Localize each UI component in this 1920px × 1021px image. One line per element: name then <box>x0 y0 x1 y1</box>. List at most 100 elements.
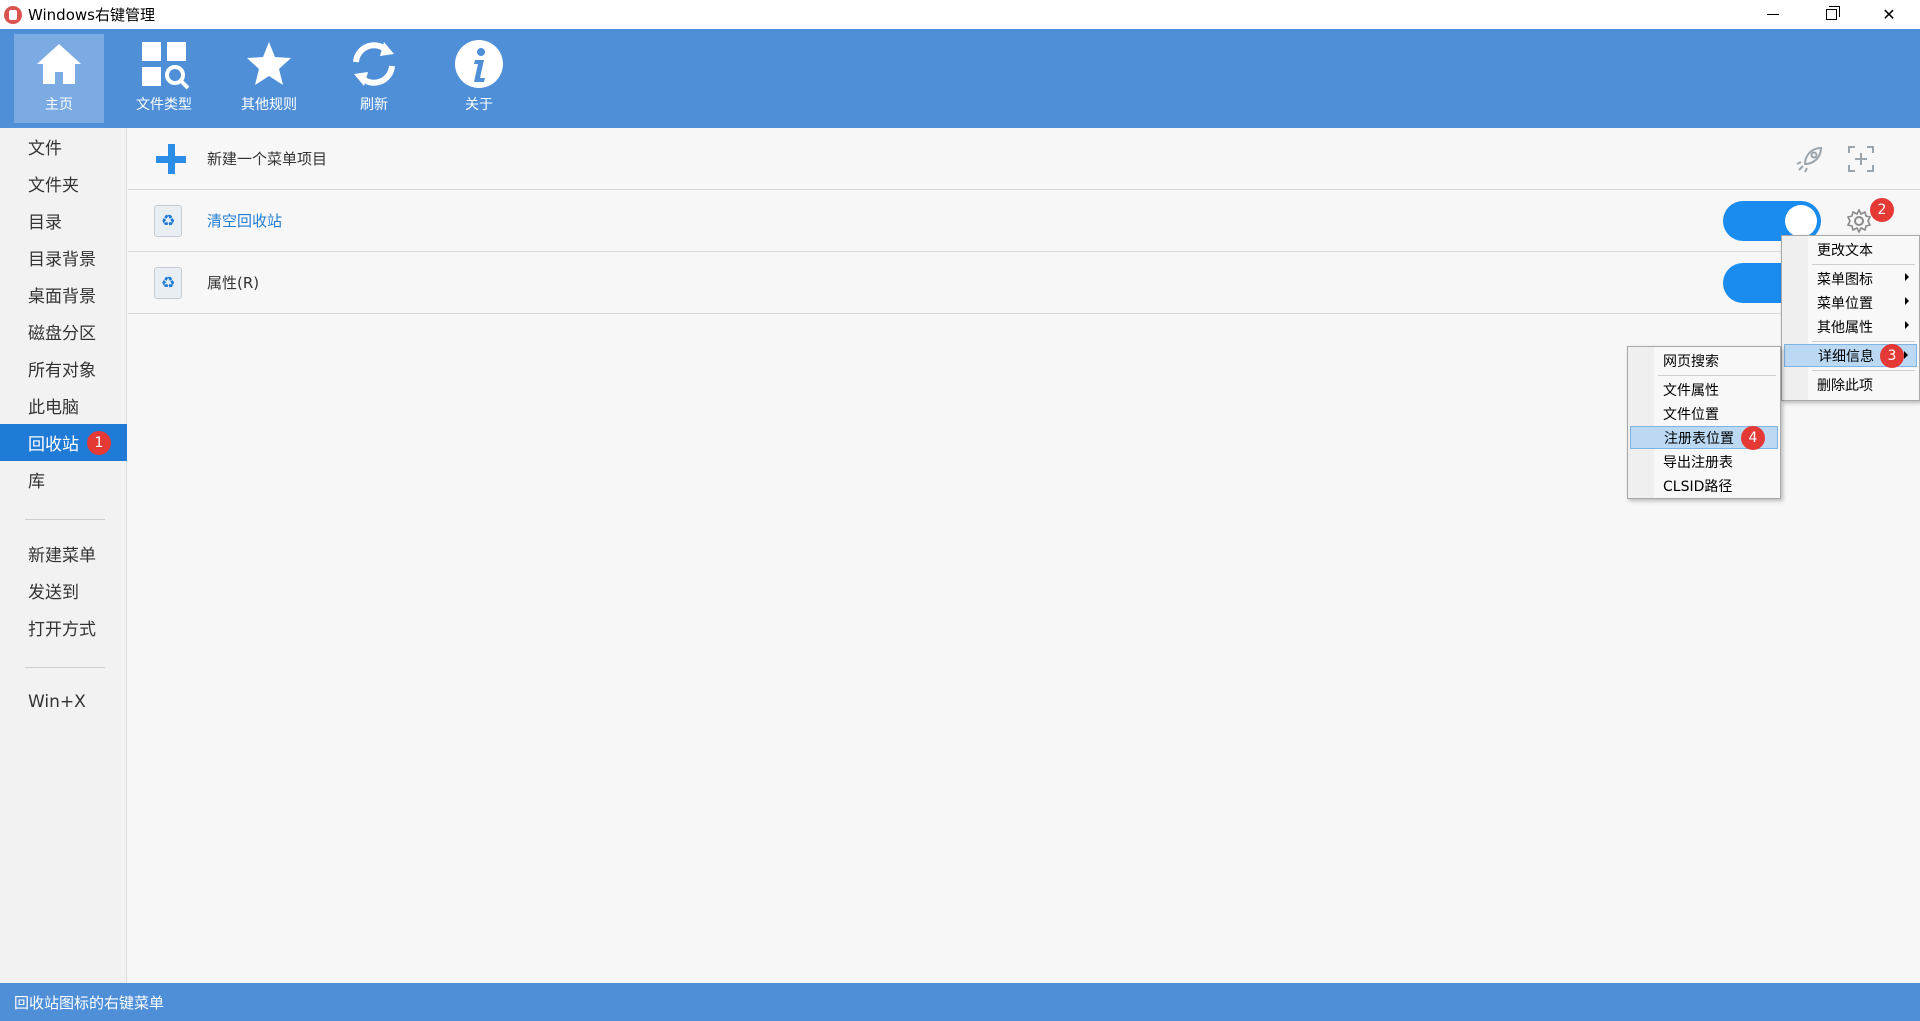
sidebar-item-label: 目录 <box>28 213 62 233</box>
menu-item-web-search[interactable]: 网页搜索 <box>1630 349 1778 372</box>
sidebar-item-label: 回收站 <box>28 435 79 455</box>
close-button[interactable]: ✕ <box>1860 0 1918 29</box>
sidebar-item-desktop-background[interactable]: 桌面背景 <box>0 276 127 313</box>
toolbar-other-rules-label: 其他规则 <box>241 97 297 113</box>
sidebar-item-library[interactable]: 库 <box>0 461 127 498</box>
star-icon <box>247 42 291 85</box>
app-icon <box>4 5 22 24</box>
toolbar-home-button[interactable]: 主页 <box>14 34 104 123</box>
status-text: 回收站图标的右键菜单 <box>14 993 165 1012</box>
menu-item-label: 文件位置 <box>1663 406 1719 423</box>
add-box-icon[interactable] <box>1846 144 1876 174</box>
refresh-icon <box>353 42 395 86</box>
menu-item-details[interactable]: 详细信息 3 <box>1784 344 1917 368</box>
menu-row-properties[interactable]: ♻ 属性(R) <box>128 252 1920 314</box>
toolbar-about-label: 关于 <box>465 97 493 113</box>
step-badge: 3 <box>1880 344 1904 368</box>
title-bar: Windows右键管理 ✕ <box>0 0 1920 29</box>
sidebar-item-label: 发送到 <box>28 583 79 603</box>
menu-separator <box>1658 375 1776 376</box>
info-icon <box>455 40 503 88</box>
sidebar-item-label: 目录背景 <box>28 250 96 270</box>
toolbar-file-types-label: 文件类型 <box>136 97 192 113</box>
sidebar-item-directory-background[interactable]: 目录背景 <box>0 239 127 276</box>
toolbar-refresh-button[interactable]: 刷新 <box>329 34 419 123</box>
new-item-row[interactable]: 新建一个菜单项目 <box>128 128 1920 190</box>
sidebar-item-directory[interactable]: 目录 <box>0 202 127 239</box>
menu-item-label: 菜单图标 <box>1817 271 1873 288</box>
restore-icon <box>1825 6 1840 20</box>
toolbar-about-button[interactable]: 关于 <box>434 34 524 123</box>
sidebar-item-drive[interactable]: 磁盘分区 <box>0 313 127 350</box>
menu-separator <box>1812 370 1915 371</box>
minimize-icon <box>1767 14 1779 15</box>
menu-separator <box>1812 264 1915 265</box>
toolbar-refresh-label: 刷新 <box>360 97 388 113</box>
home-icon <box>37 44 81 84</box>
sidebar-item-label: 此电脑 <box>28 398 79 418</box>
file-types-icon <box>142 42 190 90</box>
menu-row-label: 清空回收站 <box>207 212 283 230</box>
sidebar-item-label: 文件 <box>28 139 62 159</box>
menu-row-label: 属性(R) <box>207 274 260 292</box>
step-badge: 2 <box>1870 198 1894 222</box>
recycle-bin-icon: ♻ <box>154 266 182 299</box>
menu-item-file-properties[interactable]: 文件属性 <box>1630 378 1778 401</box>
status-bar: 回收站图标的右键菜单 <box>0 983 1920 1021</box>
menu-item-registry-location[interactable]: 注册表位置 4 <box>1630 426 1778 450</box>
menu-item-delete[interactable]: 删除此项 <box>1784 373 1917 396</box>
window-title: Windows右键管理 <box>28 6 155 24</box>
sidebar-item-all-objects[interactable]: 所有对象 <box>0 350 127 387</box>
menu-item-file-location[interactable]: 文件位置 <box>1630 402 1778 425</box>
submenu-arrow-icon <box>1905 273 1909 281</box>
sidebar-item-label: Win+X <box>28 691 86 712</box>
sidebar-item-send-to[interactable]: 发送到 <box>0 572 127 609</box>
menu-row-empty-recycle-bin[interactable]: ♻ 清空回收站 2 <box>128 190 1920 252</box>
sidebar-item-label: 新建菜单 <box>28 546 96 566</box>
gear-icon[interactable] <box>1846 207 1872 234</box>
sidebar-item-this-pc[interactable]: 此电脑 <box>0 387 127 424</box>
menu-item-other-properties[interactable]: 其他属性 <box>1784 315 1917 338</box>
sidebar-item-label: 打开方式 <box>28 620 96 640</box>
toolbar: 主页 文件类型 其他规则 刷新 关于 <box>0 29 1920 128</box>
toolbar-other-rules-button[interactable]: 其他规则 <box>224 34 314 123</box>
menu-item-label: 其他属性 <box>1817 319 1873 336</box>
recycle-bin-icon: ♻ <box>154 204 182 237</box>
menu-item-menu-position[interactable]: 菜单位置 <box>1784 291 1917 314</box>
submenu-arrow-icon <box>1905 297 1909 305</box>
sidebar-item-label: 文件夹 <box>28 176 79 196</box>
menu-item-label: 菜单位置 <box>1817 295 1873 312</box>
sidebar: 文件 文件夹 目录 目录背景 桌面背景 磁盘分区 所有对象 此电脑 回收站 1 … <box>0 128 127 983</box>
submenu-arrow-icon <box>1904 351 1908 359</box>
menu-item-label: 详细信息 <box>1818 348 1874 365</box>
menu-item-label: 导出注册表 <box>1663 454 1733 471</box>
sidebar-divider <box>25 519 105 520</box>
submenu-arrow-icon <box>1905 321 1909 329</box>
sidebar-item-open-with[interactable]: 打开方式 <box>0 609 127 646</box>
menu-item-label: 更改文本 <box>1817 242 1873 259</box>
maximize-button[interactable] <box>1802 0 1860 29</box>
menu-item-label: 注册表位置 <box>1664 430 1734 447</box>
sidebar-item-file[interactable]: 文件 <box>0 128 127 165</box>
sidebar-item-win-x[interactable]: Win+X <box>0 683 127 720</box>
minimize-button[interactable] <box>1744 0 1802 29</box>
sidebar-item-label: 所有对象 <box>28 361 96 381</box>
menu-item-label: 网页搜索 <box>1663 353 1719 370</box>
sidebar-item-folder[interactable]: 文件夹 <box>0 165 127 202</box>
menu-item-label: 删除此项 <box>1817 377 1873 394</box>
add-icon <box>156 143 186 174</box>
close-icon: ✕ <box>1882 5 1896 24</box>
toolbar-file-types-button[interactable]: 文件类型 <box>119 34 209 123</box>
sidebar-item-label: 库 <box>28 472 45 492</box>
sidebar-item-recycle-bin[interactable]: 回收站 1 <box>0 424 127 461</box>
menu-item-export-registry[interactable]: 导出注册表 <box>1630 450 1778 473</box>
menu-separator <box>1812 341 1915 342</box>
sidebar-item-new-menu[interactable]: 新建菜单 <box>0 535 127 572</box>
menu-item-change-text[interactable]: 更改文本 <box>1784 238 1917 261</box>
rocket-icon[interactable] <box>1795 144 1825 174</box>
menu-item-label: CLSID路径 <box>1663 478 1733 495</box>
sidebar-item-label: 桌面背景 <box>28 287 96 307</box>
toolbar-home-label: 主页 <box>45 97 73 113</box>
menu-item-clsid-path[interactable]: CLSID路径 <box>1630 474 1778 497</box>
menu-item-menu-icon[interactable]: 菜单图标 <box>1784 267 1917 290</box>
